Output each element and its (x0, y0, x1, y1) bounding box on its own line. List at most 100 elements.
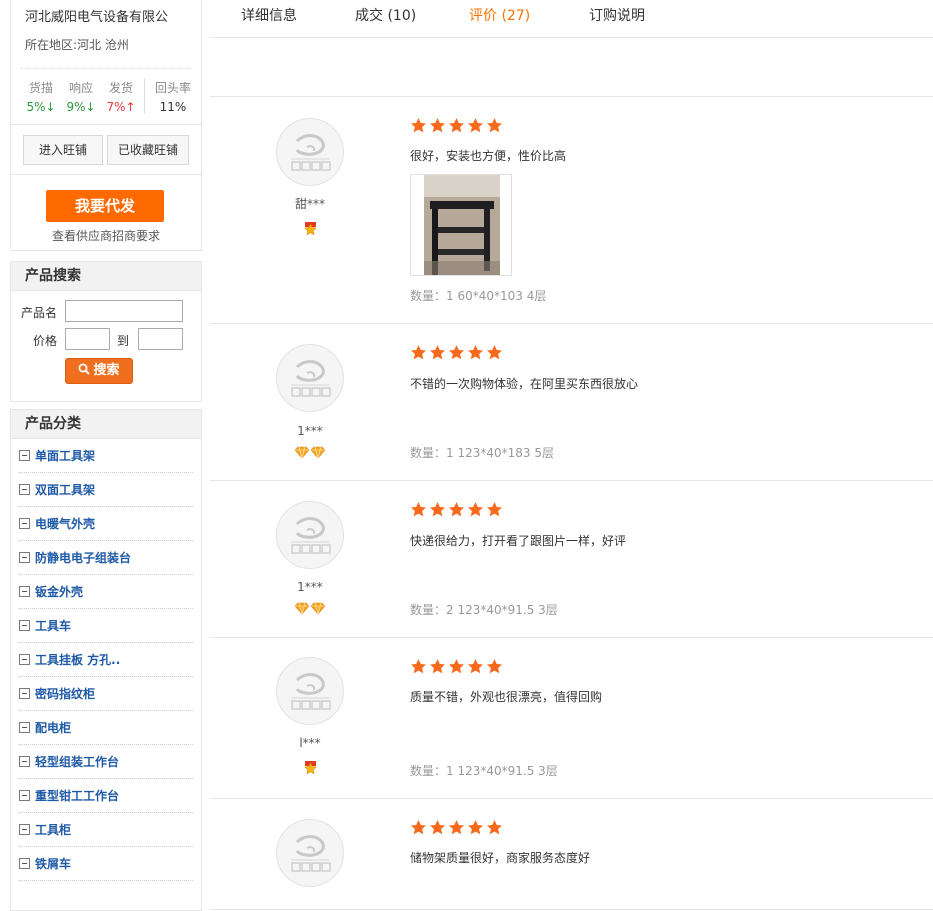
metric-label: 发货 (108, 81, 133, 95)
collapse-icon[interactable] (19, 756, 30, 767)
sidebar: 河北威阳电气设备有限公 所在地区:河北 沧州 货描 5%↓ 响应 9%↓ 发货 … (0, 0, 210, 911)
review-list: 1***数量：1 60*40*80 3层甜***很好，安装也方便，性价比高数量：… (210, 0, 933, 910)
review-comment: 很好，安装也方便，性价比高 (410, 149, 567, 163)
daifa-section: 我要代发 查看供应商招商要求 (11, 174, 201, 251)
alibaba-logo-icon (291, 360, 331, 397)
category-label[interactable]: 双面工具架 (35, 481, 95, 498)
rating-stars (410, 819, 505, 836)
price-min-input[interactable] (65, 328, 110, 350)
category-item[interactable]: 单面工具架 (19, 439, 193, 473)
diamond-badge-icon (310, 602, 326, 615)
collapse-icon[interactable] (19, 552, 30, 563)
metric-description: 货描 5%↓ (21, 79, 61, 114)
order-quantity-spec: 数量：1 123*40*183 5层 (410, 446, 554, 460)
category-item[interactable]: 工具挂板 方孔.. (19, 643, 193, 677)
collapse-icon[interactable] (19, 858, 30, 869)
category-label[interactable]: 单面工具架 (35, 447, 95, 464)
category-item[interactable]: 铁屑车 (19, 847, 193, 881)
metric-shipping: 发货 7%↑ (101, 79, 141, 114)
avatar (276, 118, 344, 186)
star-icon (429, 345, 446, 360)
enter-shop-button[interactable]: 进入旺铺 (23, 135, 103, 165)
category-label[interactable]: 密码指纹柜 (35, 685, 95, 702)
search-button[interactable]: 搜索 (65, 358, 133, 384)
category-item[interactable]: 配电柜 (19, 711, 193, 745)
category-label[interactable]: 轻型组装工作台 (35, 753, 119, 770)
saved-shop-button[interactable]: 已收藏旺铺 (107, 135, 189, 165)
metric-response: 响应 9%↓ (61, 79, 101, 114)
category-label[interactable]: 工具车 (35, 617, 71, 634)
category-label[interactable]: 电暖气外壳 (35, 515, 95, 532)
collapse-icon[interactable] (19, 824, 30, 835)
star-icon (410, 502, 427, 517)
category-label[interactable]: 工具挂板 方孔.. (35, 651, 120, 668)
collapse-icon[interactable] (19, 620, 30, 631)
category-label[interactable]: 防静电电子组装台 (35, 549, 131, 566)
category-item[interactable]: 双面工具架 (19, 473, 193, 507)
price-to-label: 到 (117, 334, 130, 348)
review-item: 储物架质量很好，商家服务态度好 (210, 799, 933, 910)
collapse-icon[interactable] (19, 790, 30, 801)
category-label[interactable]: 工具柜 (35, 821, 71, 838)
rating-stars (410, 344, 505, 361)
tab-details[interactable]: 详细信息 (241, 5, 297, 25)
category-list: 单面工具架双面工具架电暖气外壳防静电电子组装台 钣金外壳工具车工具挂板 方孔.. 密… (11, 439, 201, 881)
review-comment: 快递很给力，打开看了跟图片一样，好评 (410, 534, 627, 548)
daifa-requirements-link[interactable]: 查看供应商招商要求 (11, 227, 201, 244)
category-item[interactable]: 工具车 (19, 609, 193, 643)
review-item: 1*** 快递很给力，打开看了跟图片一样，好评 数量：2 123*40*91.5 3… (210, 481, 933, 638)
star-icon (410, 820, 427, 835)
price-max-input[interactable] (138, 328, 183, 350)
avatar (276, 657, 344, 725)
company-name[interactable]: 河北威阳电气设备有限公 (25, 6, 168, 25)
search-panel-title: 产品搜索 (11, 262, 201, 291)
service-metrics: 货描 5%↓ 响应 9%↓ 发货 7%↑ 回头率 11% (21, 68, 191, 114)
category-item[interactable]: 电暖气外壳 (19, 507, 193, 541)
star-icon (429, 820, 446, 835)
collapse-icon[interactable] (19, 484, 30, 495)
star-icon (467, 502, 484, 517)
category-label[interactable]: 配电柜 (35, 719, 71, 736)
category-label[interactable]: 钣金外壳 (35, 583, 83, 600)
tab-order-notes[interactable]: 订购说明 (589, 5, 645, 25)
metric-value: 9%↓ (66, 100, 96, 114)
daifa-button[interactable]: 我要代发 (46, 190, 164, 222)
review-photo[interactable] (410, 174, 512, 276)
order-quantity-spec: 数量：1 60*40*103 4层 (410, 289, 547, 303)
star-icon (486, 659, 503, 674)
tab-reviews[interactable]: 评价 (27) (469, 5, 530, 25)
category-item[interactable]: 密码指纹柜 (19, 677, 193, 711)
category-item[interactable]: 工具柜 (19, 813, 193, 847)
rating-stars (410, 658, 505, 675)
tab-transactions[interactable]: 成交 (10) (355, 5, 416, 25)
reviewer-name: l*** (299, 736, 321, 750)
category-item[interactable]: 重型钳工工作台 (19, 779, 193, 813)
avatar (276, 344, 344, 412)
star-icon (486, 345, 503, 360)
search-button-label: 搜索 (93, 363, 120, 378)
category-item[interactable]: 轻型组装工作台 (19, 745, 193, 779)
star-icon (429, 659, 446, 674)
product-name-label: 产品名 (21, 306, 58, 320)
category-label[interactable]: 铁屑车 (35, 855, 71, 872)
category-item[interactable]: 防静电电子组装台 (19, 541, 193, 575)
collapse-icon[interactable] (19, 450, 30, 461)
star-icon (486, 502, 503, 517)
category-item[interactable]: 钣金外壳 (19, 575, 193, 609)
metric-repurchase: 回头率 11% (149, 79, 197, 114)
star-icon (467, 345, 484, 360)
metric-label: 回头率 (154, 81, 191, 95)
star-icon (410, 659, 427, 674)
collapse-icon[interactable] (19, 654, 30, 665)
detail-tabs: 详细信息 成交 (10) 评价 (27) 订购说明 (210, 0, 933, 38)
collapse-icon[interactable] (19, 586, 30, 597)
collapse-icon[interactable] (19, 518, 30, 529)
metric-value: 7%↑ (106, 100, 136, 114)
product-name-input[interactable] (65, 300, 183, 322)
collapse-icon[interactable] (19, 722, 30, 733)
category-label[interactable]: 重型钳工工作台 (35, 787, 119, 804)
star-icon (448, 118, 465, 133)
collapse-icon[interactable] (19, 688, 30, 699)
star-icon (467, 659, 484, 674)
star-icon (467, 118, 484, 133)
